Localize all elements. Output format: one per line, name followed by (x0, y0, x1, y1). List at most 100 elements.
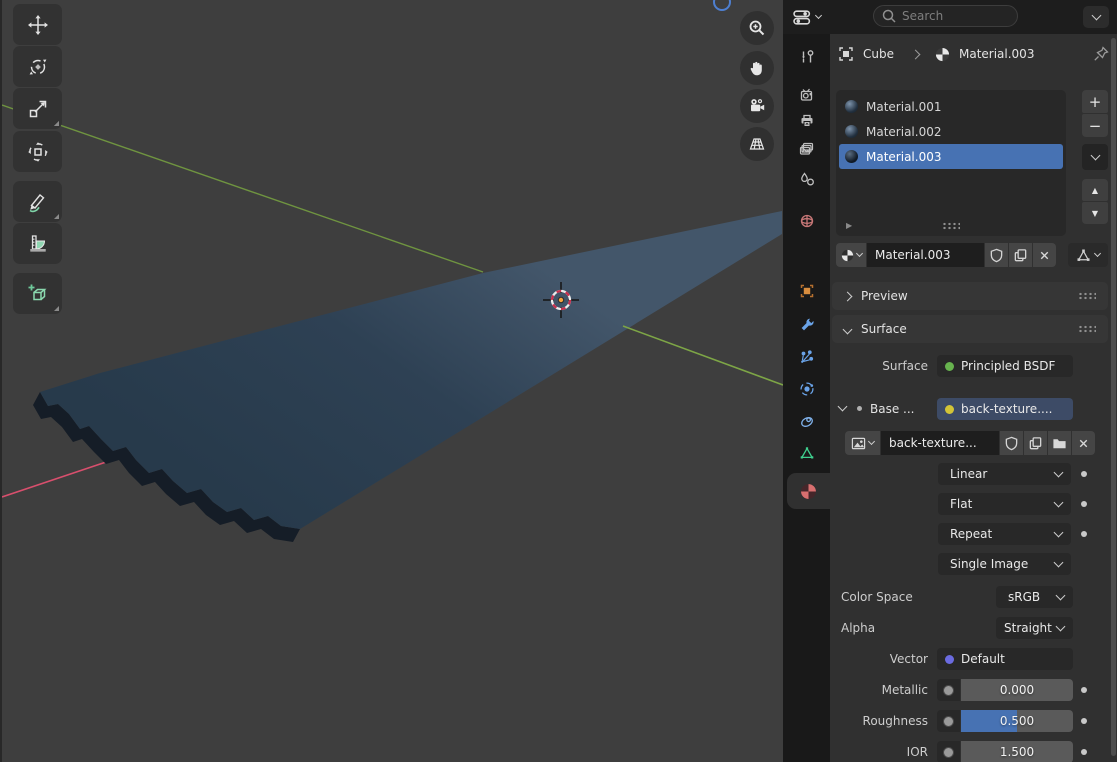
material-slot-selected[interactable]: Material.003 (839, 144, 1063, 169)
tab-particles[interactable] (783, 341, 830, 373)
scene-render (2, 0, 783, 762)
properties-header (783, 0, 1117, 34)
copy-icon (1013, 248, 1028, 263)
animate-dot[interactable] (1081, 501, 1087, 507)
material-slot[interactable]: Material.002 (839, 119, 1063, 144)
metallic-socket-button[interactable] (937, 679, 960, 701)
scrollbar[interactable] (1111, 38, 1116, 756)
animate-dot[interactable] (1081, 749, 1087, 755)
filter-expand-toggle[interactable]: ▶ (846, 221, 852, 230)
extension-dropdown[interactable]: Repeat (938, 523, 1071, 545)
surface-panel-header[interactable]: Surface (832, 315, 1108, 343)
material-slot[interactable]: Material.001 (839, 94, 1063, 119)
submenu-corner (54, 214, 59, 219)
animate-dot[interactable] (1081, 687, 1087, 693)
panel-drag-grip[interactable] (1078, 292, 1096, 300)
scale-tool-button[interactable] (13, 88, 62, 129)
browse-image-button[interactable] (845, 431, 880, 455)
open-image-button[interactable] (1048, 431, 1071, 455)
interpolation-dropdown[interactable]: Linear (938, 463, 1071, 485)
panel-title: Preview (861, 289, 908, 303)
ior-value: 1.500 (961, 741, 1073, 762)
unlink-material-button[interactable] (1033, 243, 1056, 267)
new-image-button[interactable] (1024, 431, 1047, 455)
breadcrumb-material[interactable]: Material.003 (959, 47, 1034, 61)
transform-icon (27, 141, 49, 163)
grid-perspective-icon (747, 134, 767, 154)
image-name-field[interactable]: back-texture... (881, 431, 999, 455)
material-name-field[interactable]: Material.003 (867, 243, 984, 267)
pan-gizmo-button[interactable] (740, 51, 774, 85)
panel-title: Surface (861, 322, 907, 336)
projection-dropdown[interactable]: Flat (938, 493, 1071, 515)
preview-panel-header[interactable]: Preview (832, 282, 1108, 310)
measure-icon (27, 233, 49, 255)
color-space-label: Color Space (841, 586, 961, 608)
color-space-dropdown[interactable]: sRGB (996, 586, 1073, 608)
header-menu-button[interactable] (1083, 6, 1109, 28)
vector-button[interactable]: Default (937, 648, 1073, 670)
ior-slider[interactable]: 1.500 (961, 741, 1073, 762)
surface-shader-button[interactable]: Principled BSDF (937, 355, 1073, 377)
node-tree-icon (1076, 248, 1091, 263)
interpolation-value: Linear (950, 467, 987, 481)
tab-object-data[interactable] (783, 437, 830, 469)
move-tool-button[interactable] (13, 4, 62, 45)
tool-icon (799, 49, 815, 65)
breadcrumb-object[interactable]: Cube (863, 47, 894, 61)
alpha-dropdown[interactable]: Straight (996, 617, 1073, 639)
search-icon (881, 8, 897, 24)
transform-tool-button[interactable] (13, 131, 62, 172)
node-tree-menu-button[interactable] (1068, 243, 1108, 267)
orthographic-gizmo-button[interactable] (740, 127, 774, 161)
move-slot-down-button[interactable]: ▼ (1082, 202, 1108, 224)
material-slots-list: Material.001 Material.002 Material.003 ▶ (836, 90, 1066, 236)
tab-tool[interactable] (783, 41, 830, 73)
ior-socket-button[interactable] (937, 741, 960, 762)
zoom-gizmo-button[interactable] (740, 11, 774, 45)
measure-tool-button[interactable] (13, 223, 62, 264)
list-resize-grip[interactable] (942, 222, 960, 230)
browse-material-button[interactable] (836, 243, 866, 267)
chevron-down-icon (1054, 468, 1064, 478)
minus-icon: − (1089, 117, 1102, 135)
panel-drag-grip[interactable] (1078, 325, 1096, 333)
slot-name: Material.003 (866, 150, 941, 164)
tab-scene[interactable] (783, 163, 830, 195)
metallic-slider[interactable]: 0.000 (961, 679, 1073, 701)
slot-specials-menu-button[interactable] (1082, 144, 1108, 170)
alpha-value: Straight (1004, 621, 1052, 635)
fake-user-button[interactable] (985, 243, 1008, 267)
tab-object[interactable] (783, 275, 830, 307)
rotate-tool-button[interactable] (13, 46, 62, 87)
animate-dot[interactable] (1081, 718, 1087, 724)
new-material-button[interactable] (1009, 243, 1032, 267)
tab-constraints[interactable] (783, 405, 830, 437)
unlink-image-button[interactable] (1072, 431, 1095, 455)
camera-view-gizmo-button[interactable] (740, 89, 774, 123)
3d-viewport[interactable] (0, 0, 783, 762)
tab-view-layer[interactable] (783, 133, 830, 165)
chevron-down-icon[interactable] (838, 402, 848, 412)
animate-dot[interactable] (1081, 471, 1087, 477)
source-dropdown[interactable]: Single Image (938, 553, 1071, 575)
base-color-texture-button[interactable]: back-texture.... (937, 398, 1073, 420)
roughness-socket-button[interactable] (937, 710, 960, 732)
pin-icon[interactable] (1093, 46, 1109, 62)
image-name-value: back-texture... (889, 436, 977, 450)
ior-label: IOR (830, 741, 928, 762)
tab-world[interactable] (783, 205, 830, 237)
remove-slot-button[interactable]: − (1082, 114, 1108, 137)
add-slot-button[interactable]: + (1082, 90, 1108, 113)
shader-socket-icon (945, 362, 954, 371)
roughness-slider[interactable]: 0.500 (961, 710, 1073, 732)
annotate-tool-button[interactable] (13, 181, 62, 222)
tab-modifiers[interactable] (783, 308, 830, 340)
animate-dot[interactable] (1081, 531, 1087, 537)
move-slot-up-button[interactable]: ▲ (1082, 179, 1108, 201)
tab-physics[interactable] (783, 373, 830, 405)
editor-type-button[interactable] (793, 6, 821, 28)
image-fake-user-button[interactable] (1000, 431, 1023, 455)
add-cube-tool-button[interactable] (13, 273, 62, 314)
tab-material[interactable] (787, 473, 830, 509)
